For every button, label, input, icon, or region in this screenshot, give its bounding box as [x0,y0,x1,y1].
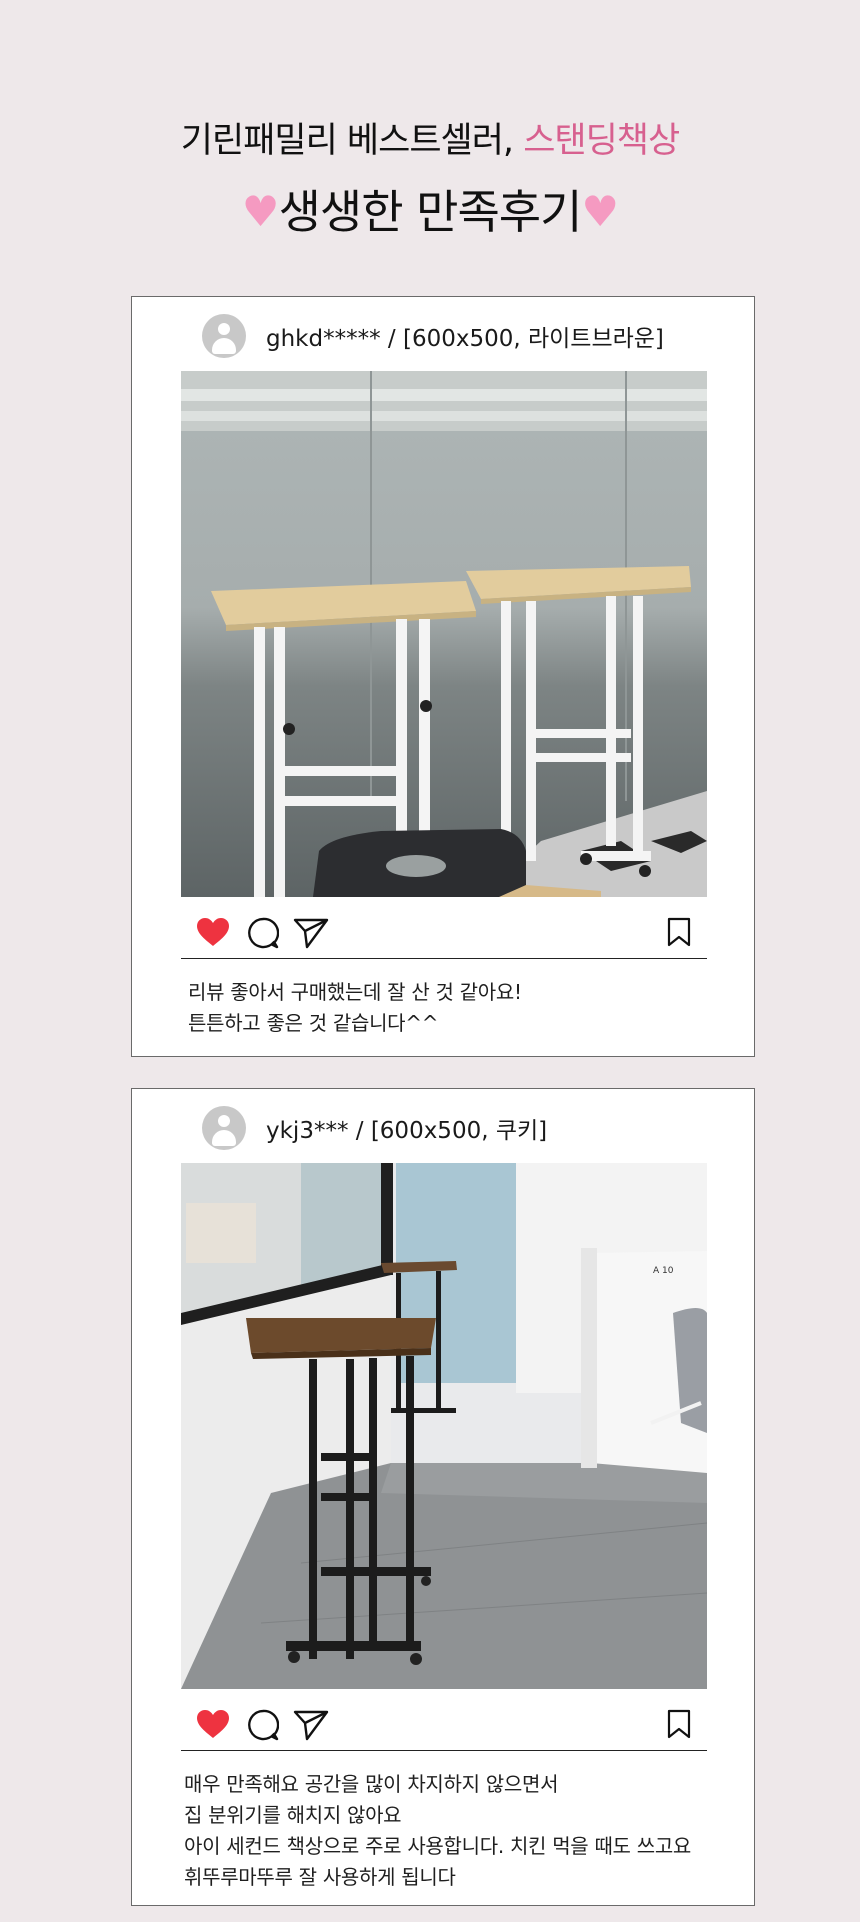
comment-icon[interactable] [247,1709,280,1745]
headline-prefix: 기린패밀리 베스트셀러, [180,121,524,161]
send-icon[interactable] [293,1709,329,1745]
divider [181,1750,707,1751]
review-card: ghkd***** / [600x500, 라이트브라운] 리뷰 좋아서 구매했… [131,296,755,1057]
comment-icon[interactable] [247,917,280,953]
shelf-label: A 10 [653,1266,674,1276]
heart-left-icon: ♥ [241,187,280,236]
post-header: ghkd***** / [600x500, 라이트브라운] [202,313,664,359]
heart-right-icon: ♥ [581,187,619,236]
review-caption: 매우 만족해요 공간을 많이 차지하지 않으면서 집 분위기를 해치지 않아요 … [184,1769,724,1893]
headline-accent: 스탠딩책상 [523,121,680,161]
subheadline-text: 생생한 만족후기 [278,185,583,239]
bookmark-icon[interactable] [667,917,691,951]
divider [181,958,707,959]
headline: 기린패밀리 베스트셀러, 스탠딩책상 [0,112,860,163]
review-card: ykj3*** / [600x500, 쿠키] A 10 매우 만족해요 공간을… [131,1088,755,1906]
review-photo [181,371,707,897]
caption-line: 휘뚜루마뚜루 잘 사용하게 됩니다 [184,1865,456,1889]
avatar[interactable] [202,1106,246,1150]
heart-icon[interactable] [196,917,230,951]
username[interactable]: ghkd***** / [600x500, 라이트브라운] [266,319,664,353]
bookmark-icon[interactable] [667,1709,691,1743]
caption-line: 리뷰 좋아서 구매했는데 잘 산 것 같아요! [188,980,522,1004]
username[interactable]: ykj3*** / [600x500, 쿠키] [266,1111,547,1145]
review-photo: A 10 [181,1163,707,1689]
send-icon[interactable] [293,917,329,953]
review-caption: 리뷰 좋아서 구매했는데 잘 산 것 같아요! 튼튼하고 좋은 것 같습니다^^ [188,977,728,1039]
subheadline: ♥생생한 만족후기♥ [0,176,860,242]
post-actions [181,911,707,955]
post-header: ykj3*** / [600x500, 쿠키] [202,1105,547,1151]
avatar[interactable] [202,314,246,358]
caption-line: 집 분위기를 해치지 않아요 [184,1803,402,1827]
post-actions [181,1703,707,1747]
caption-line: 튼튼하고 좋은 것 같습니다^^ [188,1011,439,1035]
caption-line: 매우 만족해요 공간을 많이 차지하지 않으면서 [184,1772,559,1796]
heart-icon[interactable] [196,1709,230,1743]
caption-line: 아이 세컨드 책상으로 주로 사용합니다. 치킨 먹을 때도 쓰고요 [184,1834,692,1858]
